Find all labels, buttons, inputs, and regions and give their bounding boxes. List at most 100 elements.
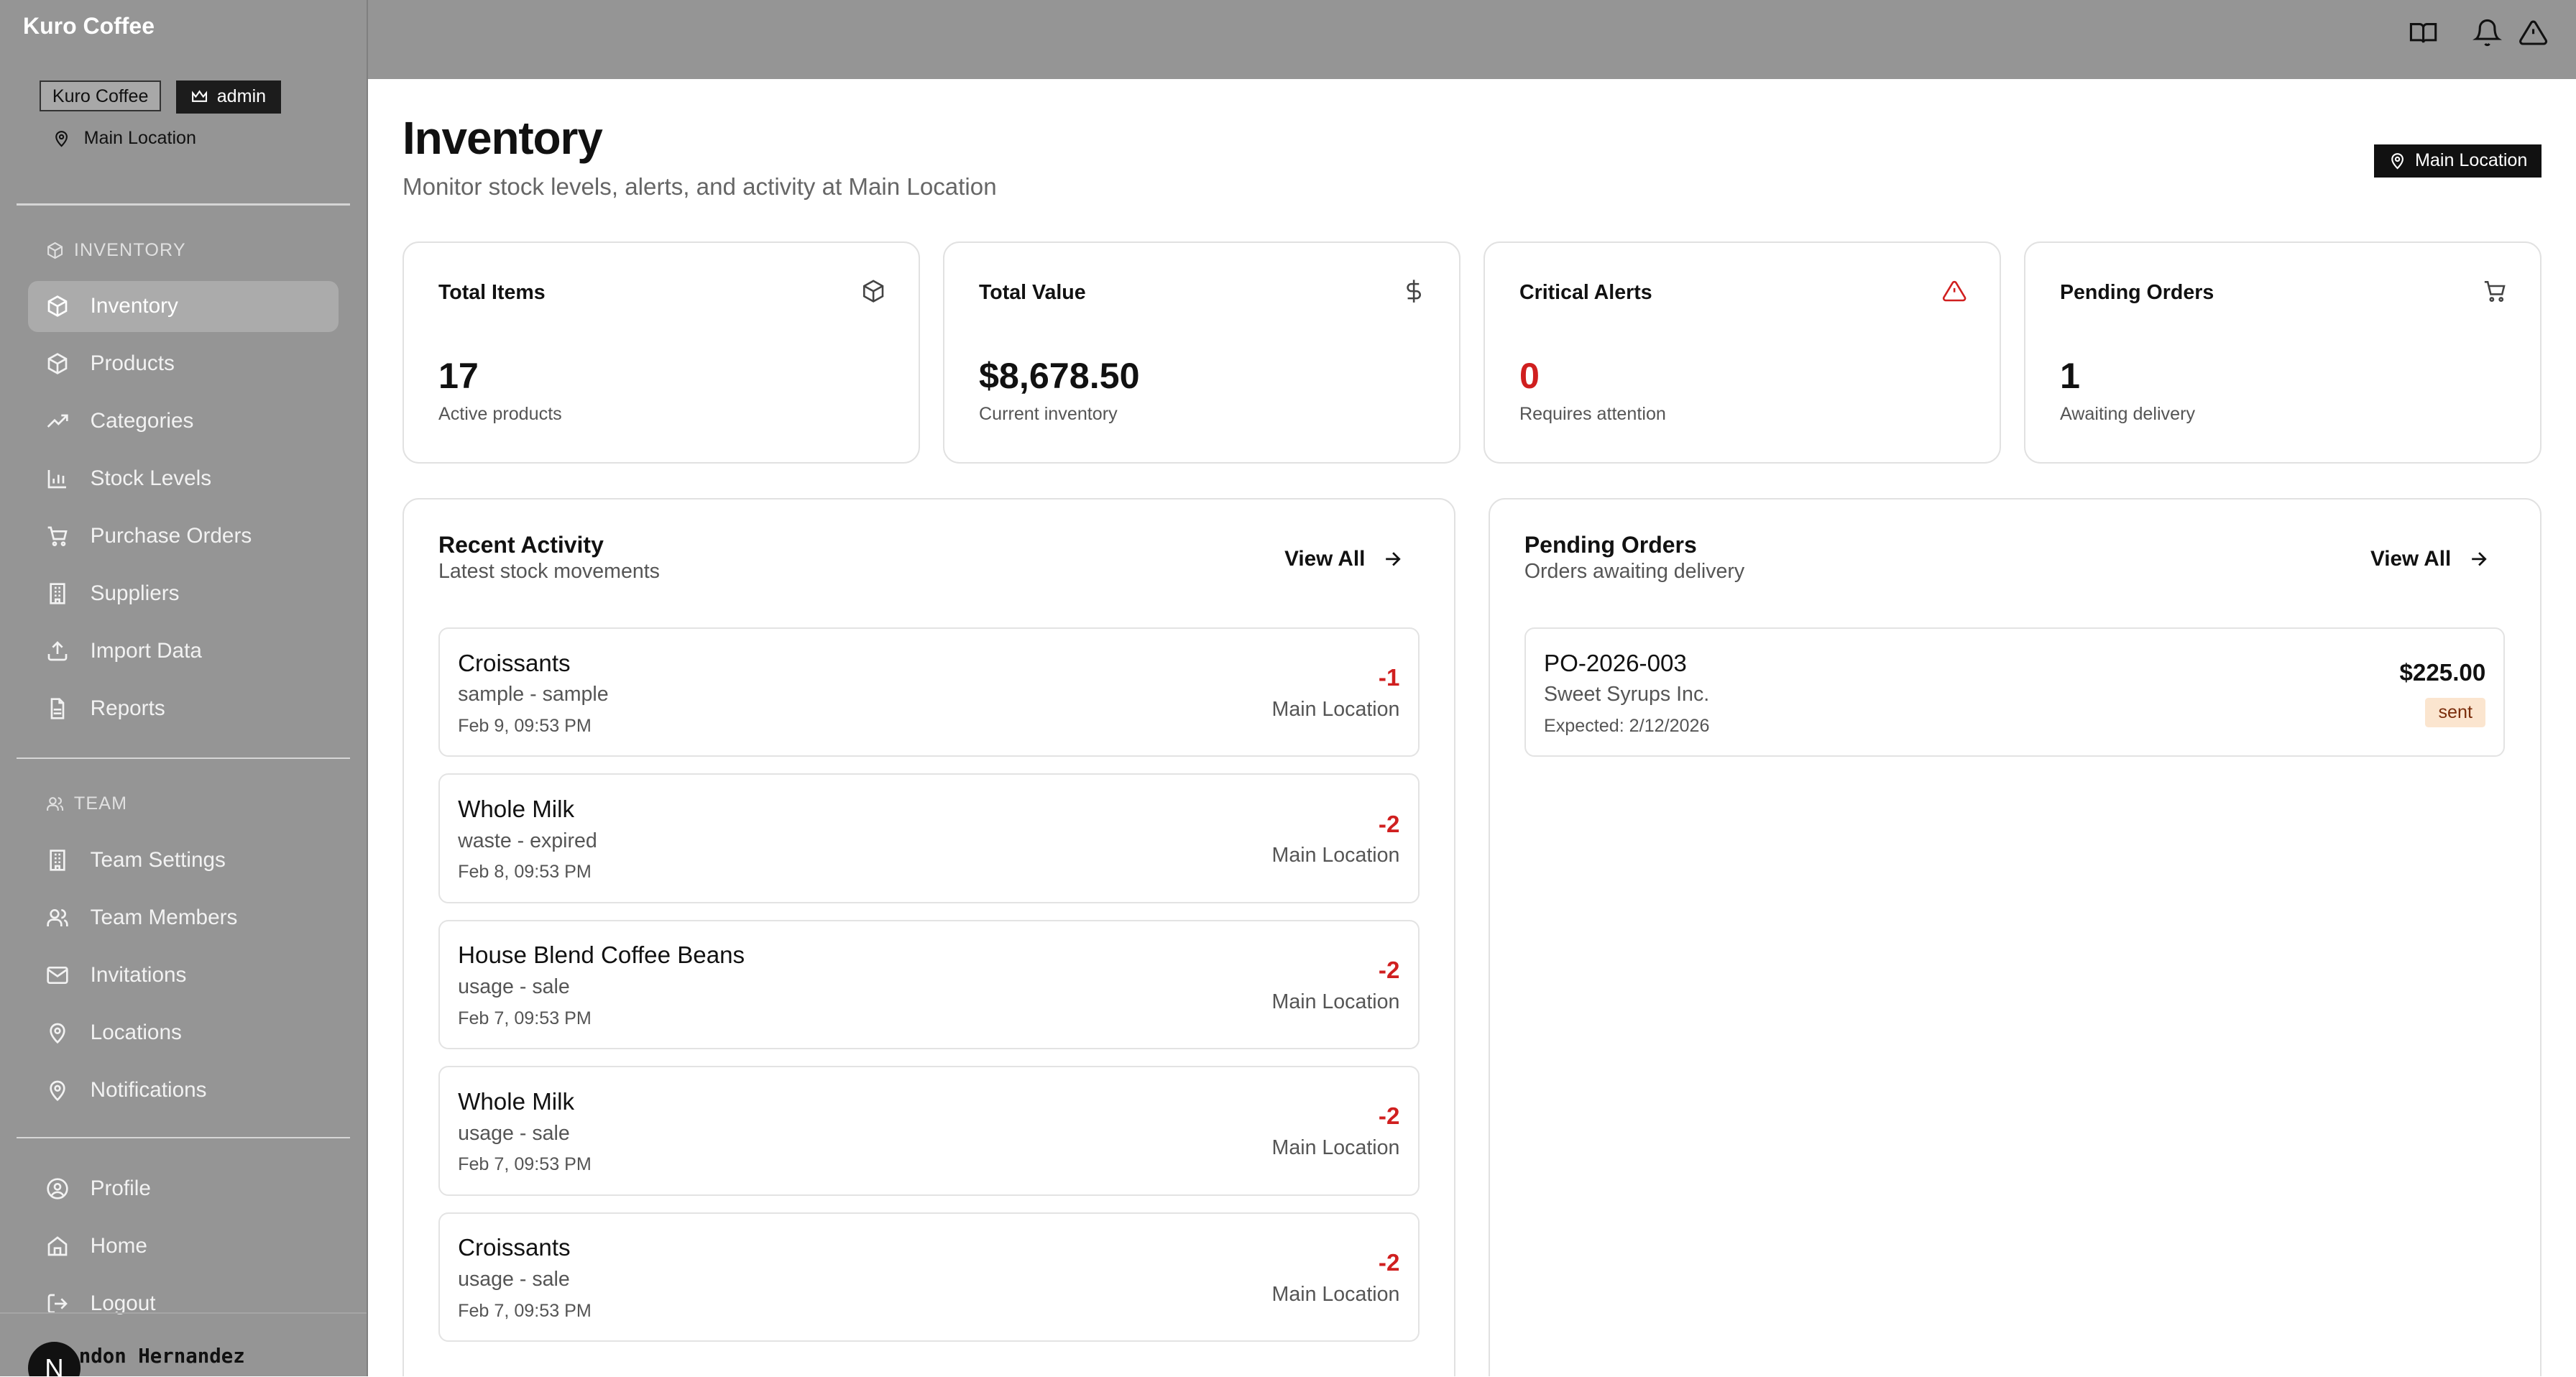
sidebar-item-products[interactable]: Products <box>28 339 339 390</box>
arrow-right-icon <box>2472 552 2487 566</box>
user-circle-icon <box>47 1178 68 1199</box>
sidebar-item-label: Locations <box>90 1020 182 1044</box>
sidebar-item-label: Purchase Orders <box>90 524 252 548</box>
activity-item[interactable]: Croissants usage - sale Feb 7, 09:53 PM … <box>438 1212 1420 1343</box>
activity-type: usage - sale <box>458 975 570 999</box>
sidebar-item-invitations[interactable]: Invitations <box>28 949 339 1000</box>
activity-item[interactable]: Croissants sample - sample Feb 9, 09:53 … <box>438 627 1420 757</box>
activity-date: Feb 7, 09:53 PM <box>458 1300 592 1321</box>
order-number: PO-2026-003 <box>1543 650 1687 677</box>
sidebar-item-profile[interactable]: Profile <box>28 1163 339 1214</box>
sidebar-item-purchase-orders[interactable]: Purchase Orders <box>28 511 339 562</box>
panel-subtitle: Orders awaiting delivery <box>1524 560 1745 584</box>
role-badge: admin <box>175 80 281 114</box>
activity-product: Whole Milk <box>458 796 575 823</box>
activity-type: sample - sample <box>458 683 609 706</box>
sidebar-item-home[interactable]: Home <box>28 1220 339 1271</box>
sidebar-location-label: Main Location <box>83 128 196 149</box>
logout-icon <box>47 1294 68 1314</box>
upload-icon <box>47 641 68 661</box>
order-amount: $225.00 <box>2399 660 2486 687</box>
sidebar-item-categories[interactable]: Categories <box>28 396 339 447</box>
alert-triangle-icon[interactable] <box>2518 18 2548 47</box>
book-icon[interactable] <box>2409 18 2438 47</box>
sidebar-location[interactable]: Main Location <box>52 128 196 149</box>
sidebar-user[interactable]: ndon Hernandez N <box>0 1312 367 1377</box>
activity-item[interactable]: Whole Milk waste - expired Feb 8, 09:53 … <box>438 773 1420 903</box>
activity-type: waste - expired <box>458 829 597 852</box>
panel-subtitle: Latest stock movements <box>438 560 660 584</box>
sidebar-item-label: Categories <box>90 409 194 433</box>
bell-icon[interactable] <box>2472 18 2503 47</box>
sidebar-item-inventory[interactable]: Inventory <box>27 280 339 332</box>
stat-value: 1 <box>2059 355 2080 397</box>
building-icon <box>50 849 65 871</box>
sidebar-divider <box>16 1136 350 1138</box>
brand-name[interactable]: Kuro Coffee <box>23 13 155 40</box>
sidebar-item-import-data[interactable]: Import Data <box>28 626 339 677</box>
stat-card-total-items: Total Items 17 Active products <box>402 241 920 464</box>
recent-activity-panel: Recent Activity Latest stock movements V… <box>402 497 1456 1377</box>
stat-title: Total Items <box>438 280 546 304</box>
box-icon <box>47 241 63 259</box>
activity-product: Croissants <box>458 1235 571 1262</box>
location-badge-label: Main Location <box>2414 150 2528 171</box>
org-badge[interactable]: Kuro Coffee <box>39 80 162 112</box>
sidebar-item-label: Notifications <box>90 1077 207 1102</box>
activity-product: Croissants <box>458 650 571 677</box>
sidebar-item-label: Profile <box>90 1176 151 1200</box>
sidebar-item-stock-levels[interactable]: Stock Levels <box>28 453 339 505</box>
sidebar-divider <box>16 757 350 759</box>
role-badge-label: admin <box>216 86 267 106</box>
stat-note: Active products <box>438 403 562 424</box>
activity-item[interactable]: House Blend Coffee Beans usage - sale Fe… <box>438 919 1420 1050</box>
sidebar-item-suppliers[interactable]: Suppliers <box>28 568 339 620</box>
activity-quantity: -1 <box>1378 665 1400 692</box>
sidebar-item-label: Suppliers <box>90 581 180 606</box>
sidebar-item-team-settings[interactable]: Team Settings <box>28 834 339 885</box>
users-icon <box>47 908 68 926</box>
stat-note: Awaiting delivery <box>2059 403 2196 424</box>
activity-location: Main Location <box>1271 697 1400 721</box>
activity-date: Feb 9, 09:53 PM <box>458 715 592 736</box>
activity-item[interactable]: Whole Milk usage - sale Feb 7, 09:53 PM … <box>438 1066 1420 1196</box>
section-heading-inventory: INVENTORY <box>46 240 186 261</box>
trending-up-icon <box>47 414 68 428</box>
activity-product: Whole Milk <box>458 1088 575 1115</box>
pending-orders-panel: Pending Orders Orders awaiting delivery … <box>1488 497 2542 1377</box>
sidebar: Kuro Coffee Kuro Coffee admin Main Locat… <box>0 0 368 1377</box>
avatar[interactable]: N <box>27 1342 80 1377</box>
activity-product: House Blend Coffee Beans <box>458 942 745 970</box>
section-heading-label: TEAM <box>73 793 128 814</box>
activity-date: Feb 8, 09:53 PM <box>458 862 592 883</box>
sidebar-item-team-members[interactable]: Team Members <box>28 892 339 943</box>
stat-value: 0 <box>1519 355 1540 397</box>
bar-chart-icon <box>47 470 66 489</box>
location-badge[interactable]: Main Location <box>2373 144 2542 178</box>
pending-order-item[interactable]: PO-2026-003 Sweet Syrups Inc. Expected: … <box>1524 627 2506 757</box>
map-pin-icon <box>55 131 68 147</box>
sidebar-item-locations[interactable]: Locations <box>28 1007 339 1058</box>
mail-icon <box>47 966 68 984</box>
view-all-activity-button[interactable]: View All <box>1284 547 1403 571</box>
home-icon <box>47 1235 68 1256</box>
activity-quantity: -2 <box>1378 957 1400 984</box>
activity-quantity: -2 <box>1378 811 1400 838</box>
sidebar-item-label: Products <box>90 351 175 376</box>
box-icon <box>862 280 884 303</box>
sidebar-item-reports[interactable]: Reports <box>28 683 339 734</box>
page-subtitle: Monitor stock levels, alerts, and activi… <box>402 174 997 201</box>
users-icon <box>47 797 64 811</box>
stat-card-total-value: Total Value $8,678.50 Current inventory <box>942 241 1460 464</box>
box-icon <box>47 353 68 375</box>
alert-triangle-icon <box>1942 281 1966 302</box>
activity-location: Main Location <box>1271 1282 1400 1306</box>
cart-icon <box>47 526 68 547</box>
page-title: Inventory <box>402 112 603 165</box>
status-badge: sent <box>2425 697 2486 727</box>
view-all-orders-button[interactable]: View All <box>2370 547 2489 571</box>
arrow-right-icon <box>1386 552 1401 566</box>
sidebar-item-notifications[interactable]: Notifications <box>28 1064 339 1115</box>
order-supplier: Sweet Syrups Inc. <box>1543 683 1710 706</box>
order-expected-date: Expected: 2/12/2026 <box>1543 715 1710 736</box>
